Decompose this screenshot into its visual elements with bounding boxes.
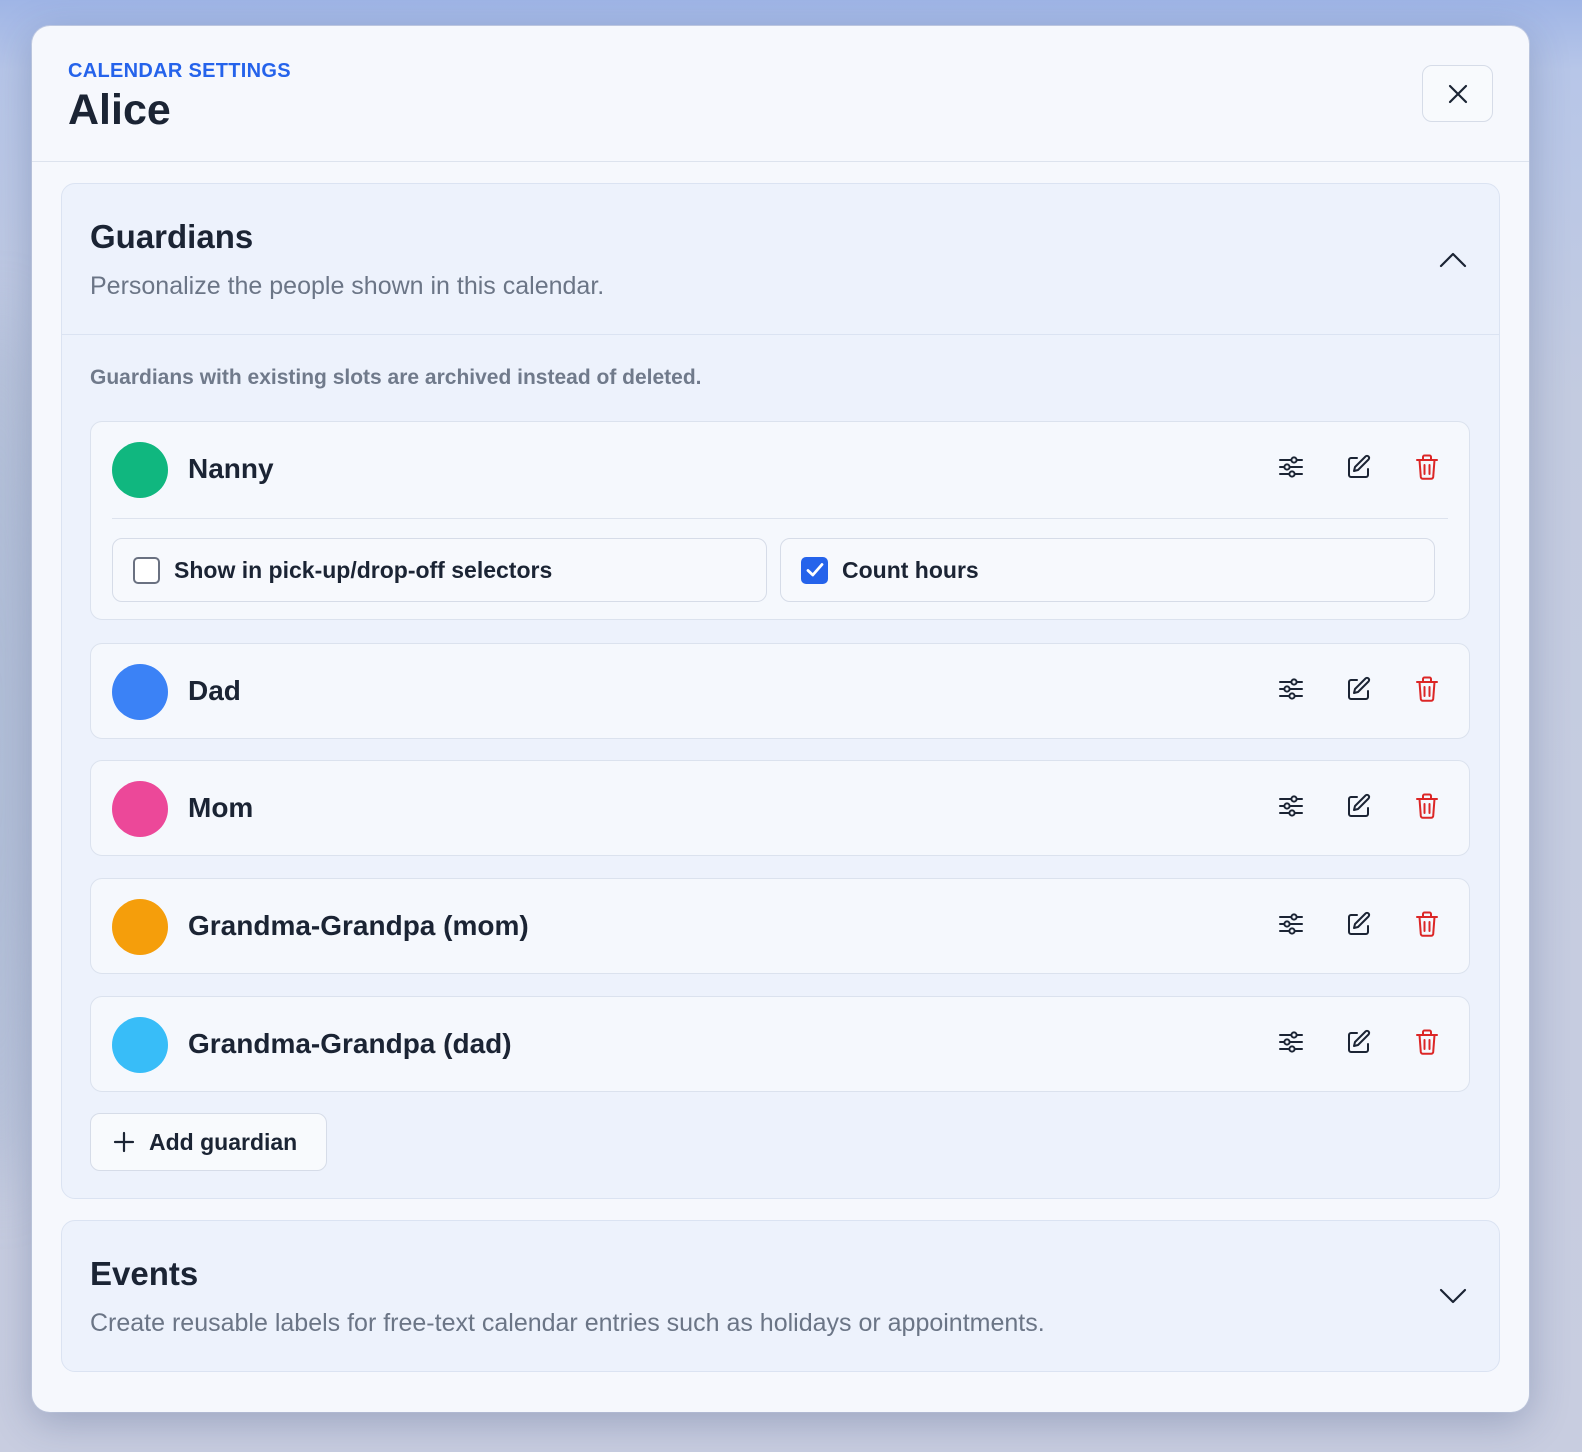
sliders-icon (1279, 456, 1303, 478)
guardians-section-header[interactable]: Guardians Personalize the people shown i… (62, 184, 1499, 334)
trash-icon (1416, 793, 1438, 819)
collapse-guardians-button[interactable] (1435, 242, 1471, 278)
add-guardian-button[interactable]: Add guardian (90, 1113, 327, 1171)
guardians-description: Personalize the people shown in this cal… (90, 272, 605, 300)
guardian-actions (1273, 1024, 1445, 1060)
modal-eyebrow: CALENDAR SETTINGS (68, 60, 291, 82)
guardian-card-dad: Dad (90, 643, 1470, 739)
guardian-actions (1273, 906, 1445, 942)
guardian-actions (1273, 788, 1445, 824)
guardian-delete-button[interactable] (1409, 906, 1445, 942)
close-icon (1448, 84, 1467, 103)
show-in-selectors-checkbox[interactable] (133, 556, 160, 584)
guardian-color-swatch (112, 442, 168, 498)
show-in-selectors-label: Show in pick-up/drop-off selectors (174, 556, 553, 583)
count-hours-checkbox[interactable] (801, 556, 828, 584)
guardian-name: Grandma-Grandpa (mom) (188, 910, 529, 941)
guardian-card-grandparents-mom: Grandma-Grandpa (mom) (90, 878, 1470, 974)
page-title: Alice (68, 86, 171, 134)
guardian-delete-button[interactable] (1409, 1024, 1445, 1060)
guardian-settings-button[interactable] (1273, 449, 1309, 485)
guardian-edit-button[interactable] (1341, 671, 1377, 707)
guardian-delete-button[interactable] (1409, 788, 1445, 824)
guardians-section: Guardians Personalize the people shown i… (61, 183, 1500, 1199)
archive-note: Guardians with existing slots are archiv… (90, 366, 702, 389)
guardians-title: Guardians (90, 218, 254, 255)
events-section: Events Create reusable labels for free-t… (61, 1220, 1500, 1372)
guardian-row: Dad (91, 644, 1469, 738)
modal-header: CALENDAR SETTINGS Alice (32, 26, 1529, 162)
events-section-header[interactable]: Events Create reusable labels for free-t… (62, 1221, 1499, 1371)
edit-icon (1348, 1029, 1371, 1053)
count-hours-option[interactable]: Count hours (780, 538, 1435, 602)
trash-icon (1416, 676, 1438, 702)
guardian-settings-button[interactable] (1273, 906, 1309, 942)
guardian-row: Grandma-Grandpa (dad) (91, 997, 1469, 1091)
guardian-color-swatch (112, 664, 168, 720)
guardian-card-nanny: Nanny Show in pick-up/drop-off selectors… (90, 421, 1470, 620)
sliders-icon (1279, 1031, 1303, 1053)
card-divider (112, 518, 1448, 519)
guardian-card-grandparents-dad: Grandma-Grandpa (dad) (90, 996, 1470, 1092)
check-icon (806, 563, 823, 577)
guardian-edit-button[interactable] (1341, 449, 1377, 485)
section-divider (62, 334, 1499, 335)
guardian-name: Dad (188, 675, 241, 706)
guardian-color-swatch (112, 1017, 168, 1073)
edit-icon (1348, 676, 1371, 700)
chevron-down-icon (1439, 1288, 1467, 1304)
guardian-actions (1273, 449, 1445, 485)
close-button[interactable] (1422, 65, 1493, 122)
guardian-edit-button[interactable] (1341, 906, 1377, 942)
events-description: Create reusable labels for free-text cal… (90, 1309, 1045, 1337)
guardian-row: Mom (91, 761, 1469, 855)
plus-icon (113, 1131, 135, 1153)
sliders-icon (1279, 913, 1303, 935)
backdrop-blur (0, 300, 30, 1200)
count-hours-label: Count hours (842, 556, 979, 583)
edit-icon (1348, 793, 1371, 817)
guardian-actions (1273, 671, 1445, 707)
show-in-selectors-option[interactable]: Show in pick-up/drop-off selectors (112, 538, 767, 602)
guardian-edit-button[interactable] (1341, 788, 1377, 824)
edit-icon (1348, 911, 1371, 935)
sliders-icon (1279, 678, 1303, 700)
guardian-card-mom: Mom (90, 760, 1470, 856)
trash-icon (1416, 911, 1438, 937)
guardian-row: Grandma-Grandpa (mom) (91, 879, 1469, 973)
guardian-edit-button[interactable] (1341, 1024, 1377, 1060)
sliders-icon (1279, 795, 1303, 817)
guardian-row: Nanny (91, 422, 1469, 516)
guardian-name: Grandma-Grandpa (dad) (188, 1028, 512, 1059)
guardian-delete-button[interactable] (1409, 671, 1445, 707)
trash-icon (1416, 454, 1438, 480)
guardian-settings-button[interactable] (1273, 671, 1309, 707)
guardian-settings-button[interactable] (1273, 1024, 1309, 1060)
guardian-name: Mom (188, 792, 254, 823)
guardian-settings-button[interactable] (1273, 788, 1309, 824)
guardian-delete-button[interactable] (1409, 449, 1445, 485)
calendar-settings-modal: CALENDAR SETTINGS Alice Guardians Person… (32, 26, 1529, 1412)
expand-events-button[interactable] (1435, 1278, 1471, 1314)
trash-icon (1416, 1029, 1438, 1055)
events-title: Events (90, 1255, 199, 1292)
add-guardian-label: Add guardian (149, 1128, 298, 1155)
guardian-color-swatch (112, 899, 168, 955)
chevron-up-icon (1439, 252, 1467, 268)
edit-icon (1348, 454, 1371, 478)
guardian-name: Nanny (188, 453, 274, 484)
guardian-color-swatch (112, 781, 168, 837)
